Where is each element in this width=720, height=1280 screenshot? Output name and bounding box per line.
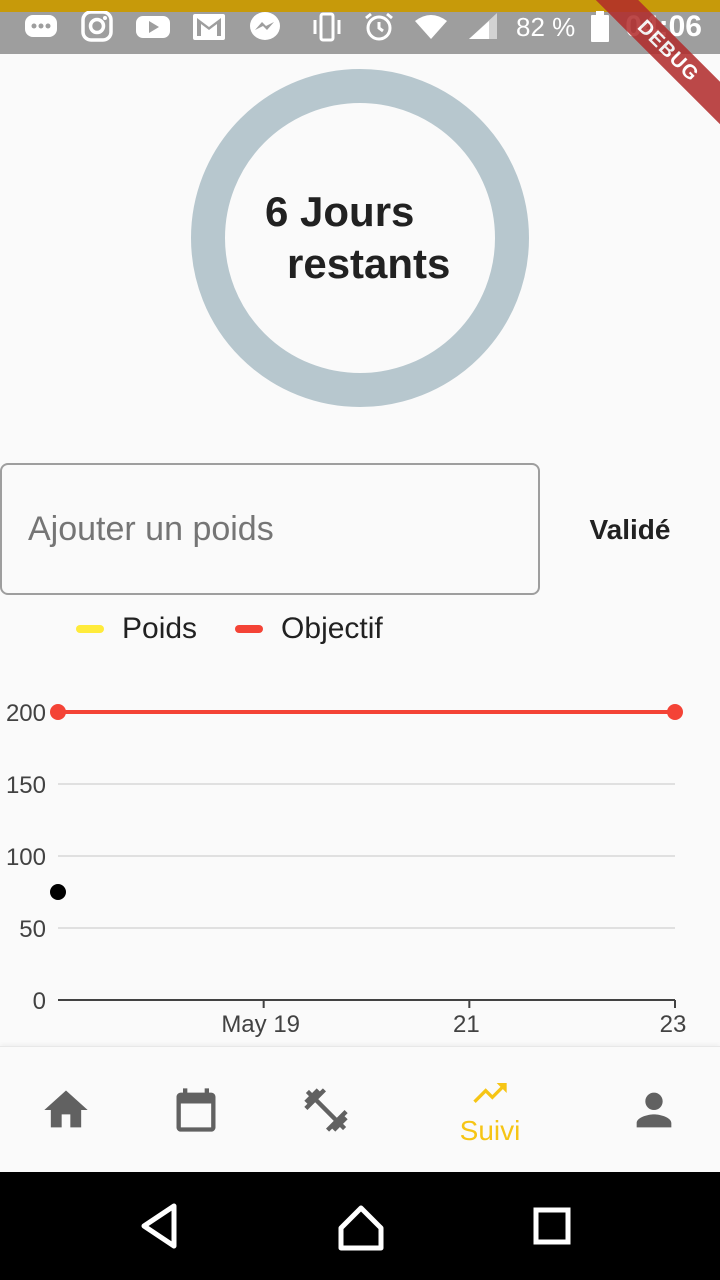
y-tick-label: 200 [6,700,46,727]
battery-icon [589,10,611,44]
days-label: restants [287,240,451,287]
legend-swatch-objectif [235,625,264,633]
data-point-poids [50,884,66,900]
notification-icons [22,10,284,44]
battery-percent: 82 % [516,11,576,42]
system-navigation [0,1172,720,1280]
youtube-icon [134,10,172,44]
home-circle-icon[interactable] [331,1196,391,1256]
x-tick-label: May 19 [221,1011,300,1038]
days-count: 6 Jours [265,188,415,235]
gmail-icon [190,10,228,44]
wifi-icon [412,10,450,44]
countdown-ring: 6 Jours restants [190,68,530,408]
validate-button[interactable]: Validé [560,500,700,560]
legend-label-poids: Poids [122,612,198,645]
data-point-objectif [50,704,66,720]
signal-icon [464,10,502,44]
nav-calendar[interactable] [136,1047,256,1173]
y-tick-label: 100 [6,844,46,871]
legend-item-poids: Poids [76,612,197,646]
nav-suivi-label: Suivi [459,1115,521,1146]
weight-chart: 200 150 100 50 0 May 19 21 23 [6,700,687,1038]
nav-home[interactable] [6,1047,126,1173]
person-icon [636,1092,672,1128]
dumbbell-icon [304,1088,348,1132]
weight-input-container[interactable] [0,463,540,595]
calendar-icon [176,1088,216,1132]
alarm-icon [360,10,398,44]
chart-legend: Poids Objectif [76,612,421,646]
y-tick-label: 150 [6,772,46,799]
bottom-navigation: Suivi [0,1046,720,1172]
legend-item-objectif: Objectif [235,612,383,646]
vibrate-icon [308,10,346,44]
days-remaining-text: 6 Jours restants [190,186,530,290]
message-icon [22,10,60,44]
back-icon[interactable] [130,1196,190,1256]
legend-label-objectif: Objectif [281,612,383,645]
nav-profile[interactable] [594,1047,714,1173]
nav-workout[interactable] [266,1047,386,1173]
messenger-icon [246,10,284,44]
app-screen: 82 % 04:06 DEBUG 6 Jours restants Validé… [0,0,720,1280]
trending-up-icon [473,1083,507,1103]
instagram-icon [78,10,116,44]
weight-input[interactable] [2,465,538,593]
home-icon [44,1090,88,1128]
y-tick-label: 0 [33,988,46,1015]
x-tick-label: 23 [660,1011,687,1038]
legend-swatch-poids [76,625,104,633]
y-tick-label: 50 [19,916,46,943]
data-point-objectif [667,704,683,720]
recents-icon[interactable] [522,1196,582,1256]
nav-suivi[interactable]: Suivi [430,1047,550,1173]
x-tick-label: 21 [453,1011,480,1038]
